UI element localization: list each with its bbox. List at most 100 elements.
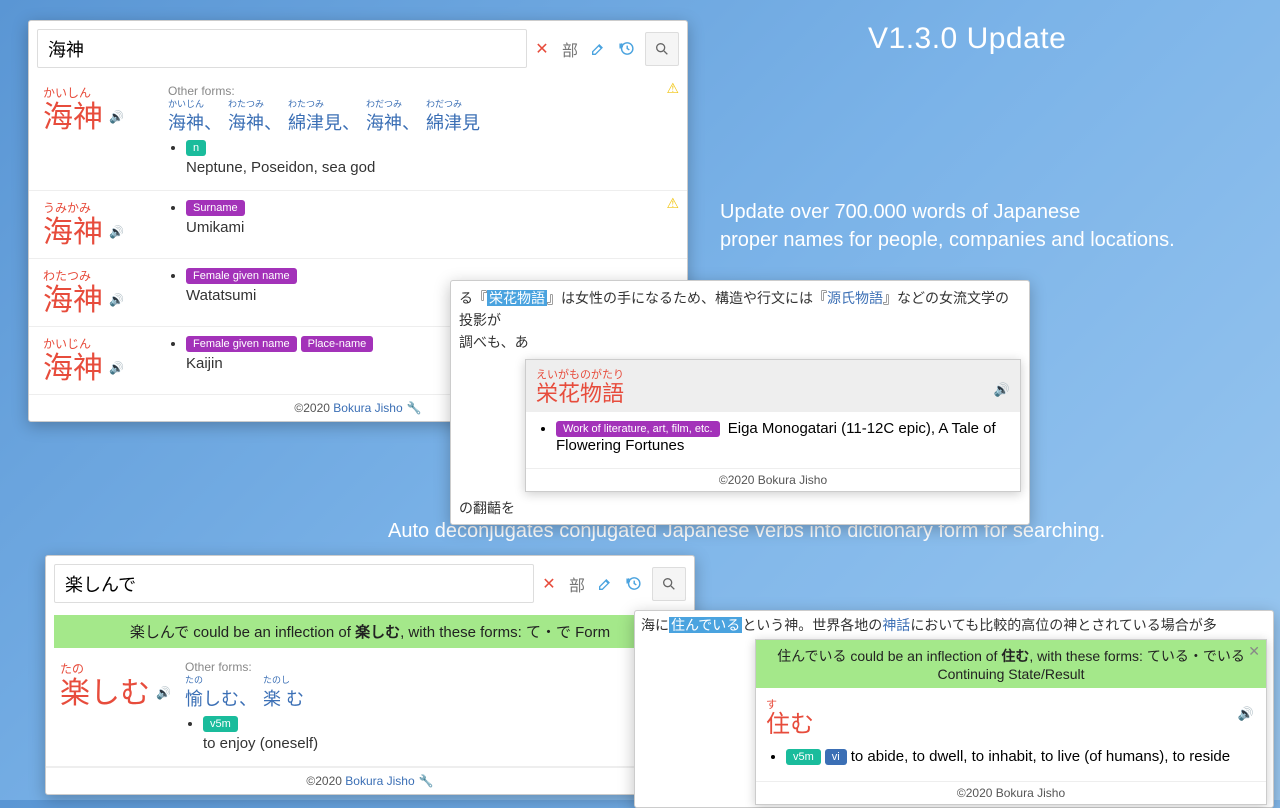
- headword: かいじん海神 🔊: [43, 335, 168, 386]
- radical-button[interactable]: 部: [557, 34, 583, 64]
- pos-tag: Surname: [186, 200, 245, 216]
- pos-tag: v5m: [203, 716, 238, 732]
- search-bar: ✕ 部: [29, 21, 687, 76]
- pos-tag: v5m: [786, 749, 821, 765]
- dictionary-entry: ⚠ うみかみ海神 🔊 Surname Umikami: [29, 191, 687, 259]
- context-text: る『栄花物語』は女性の手になるため、構造や行文には『源氏物語』などの女流文学の投…: [451, 281, 1029, 359]
- headword: わたつみ海神🔊: [43, 267, 168, 318]
- audio-icon[interactable]: 🔊: [156, 686, 171, 700]
- warning-icon: ⚠: [666, 80, 679, 97]
- search-input[interactable]: [37, 29, 527, 68]
- sense-item: Surname Umikami: [186, 199, 673, 236]
- wiki-link[interactable]: 神話: [882, 617, 910, 633]
- audio-icon[interactable]: 🔊: [109, 225, 124, 239]
- edit-icon[interactable]: [585, 34, 611, 64]
- kanji: 栄花物語: [536, 382, 1010, 406]
- settings-icon[interactable]: 🔧: [407, 401, 422, 415]
- furigana: かいじん: [43, 335, 168, 352]
- clear-icon[interactable]: ✕: [536, 569, 562, 599]
- furigana: うみかみ: [43, 199, 168, 216]
- search-bar: ✕ 部: [46, 556, 694, 611]
- page-title: V1.3.0 Update: [868, 22, 1066, 56]
- kanji: 住む: [766, 712, 1256, 738]
- entry-body: Surname Umikami: [168, 199, 673, 250]
- brand-link[interactable]: Bokura Jisho: [996, 786, 1065, 800]
- form-item: たの愉しむ、: [185, 676, 257, 711]
- search-button[interactable]: [645, 32, 679, 66]
- gloss: Neptune, Poseidon, sea god: [186, 159, 673, 176]
- context-below: の翻齬を: [451, 496, 1029, 524]
- pos-tag: Work of literature, art, film, etc.: [556, 421, 720, 437]
- gloss: Umikami: [186, 219, 673, 236]
- pos-tag: Female given name: [186, 268, 297, 284]
- popup-body: v5mvito abide, to dwell, to inhabit, to …: [756, 746, 1266, 781]
- kanji: 海神: [43, 284, 103, 317]
- popup-footer: ©2020 Bokura Jisho: [756, 781, 1266, 804]
- close-icon[interactable]: ✕: [1248, 643, 1260, 660]
- search-button[interactable]: [652, 567, 686, 601]
- copyright: ©2020: [294, 401, 333, 415]
- sense-item: Work of literature, art, film, etc. Eiga…: [556, 420, 1008, 454]
- radical-button[interactable]: 部: [564, 569, 590, 599]
- history-icon[interactable]: [613, 34, 639, 64]
- definition-popup: ✕ えいがものがたり 栄花物語 🔊 Work of literature, ar…: [525, 359, 1021, 492]
- warning-icon: ⚠: [666, 195, 679, 212]
- audio-icon[interactable]: 🔊: [1238, 706, 1254, 722]
- other-forms: たの愉しむ、たのし楽 む: [185, 676, 680, 711]
- audio-icon[interactable]: 🔊: [109, 361, 124, 375]
- popup-headword: す 住む 🔊: [756, 688, 1266, 746]
- other-forms-label: Other forms:: [185, 660, 680, 674]
- kanji: 楽しむ: [60, 677, 150, 710]
- audio-icon[interactable]: 🔊: [994, 382, 1010, 398]
- search-input[interactable]: [54, 564, 534, 603]
- dictionary-form: 住む: [1001, 648, 1029, 664]
- text: proper names for people, companies and l…: [720, 229, 1175, 251]
- audio-icon[interactable]: 🔊: [109, 293, 124, 307]
- definition-popup: ✕ 住んでいる could be an inflection of 住む, wi…: [755, 639, 1267, 805]
- pos-tag: vi: [825, 749, 847, 765]
- dictionary-entry: たの 楽しむ🔊 Other forms: たの愉しむ、たのし楽 む v5mto …: [46, 652, 694, 767]
- clear-icon[interactable]: ✕: [529, 34, 555, 64]
- furigana: えいがものがたり: [536, 366, 1010, 382]
- audio-icon[interactable]: 🔊: [109, 110, 124, 124]
- inflection-banner: 住んでいる could be an inflection of 住む, with…: [756, 640, 1266, 688]
- form-item: わたつみ海神、: [228, 100, 282, 135]
- wiki-link[interactable]: 源氏物語: [827, 290, 883, 306]
- brand-link[interactable]: Bokura Jisho: [333, 401, 402, 415]
- headword: うみかみ海神 🔊: [43, 199, 168, 250]
- entry-body: Other forms: たの愉しむ、たのし楽 む v5m to enjoy (o…: [185, 660, 680, 758]
- brand-link[interactable]: Bokura Jisho: [345, 774, 414, 788]
- entry-body: Other forms: かいじん海神、わたつみ海神、わたつみ綿津見、わだつみ海神…: [168, 84, 673, 182]
- kanji: 海神: [43, 101, 103, 134]
- dictionary-entry: ⚠ かいしん海神 🔊 Other forms: かいじん海神、わたつみ海神、わたつみ綿津…: [29, 76, 687, 191]
- form-item: たのし楽 む: [263, 676, 304, 711]
- settings-icon[interactable]: 🔧: [419, 774, 434, 788]
- inflection-banner: 楽しんで could be an inflection of 楽しむ, with…: [54, 615, 686, 648]
- form-item: わだつみ海神、: [366, 100, 420, 135]
- brand-link[interactable]: Bokura Jisho: [758, 473, 827, 487]
- gloss: to enjoy (oneself): [203, 735, 680, 752]
- sense-item: v5mvito abide, to dwell, to inhabit, to …: [786, 748, 1254, 765]
- text: Update over 700.000 words of Japanese: [720, 201, 1080, 223]
- context-text: 海に住んでいるという神。世界各地の神話においても比較的高位の神とされている場合が…: [635, 611, 1273, 639]
- popup-panel-sumu: 海に住んでいるという神。世界各地の神話においても比較的高位の神とされている場合が…: [634, 610, 1274, 808]
- form-item: かいじん海神、: [168, 100, 222, 135]
- form-item: わだつみ綿津見: [426, 100, 480, 135]
- popup-headword: えいがものがたり 栄花物語 🔊: [526, 360, 1020, 412]
- furigana: かいしん: [43, 84, 168, 101]
- other-forms-label: Other forms:: [168, 84, 673, 98]
- edit-icon[interactable]: [592, 569, 618, 599]
- kanji: 海神: [43, 352, 103, 385]
- dictionary-panel-tanoshimu: ✕ 部 楽しんで could be an inflection of 楽しむ, …: [45, 555, 695, 795]
- furigana: す: [766, 696, 1256, 712]
- form-item: わたつみ綿津見、: [288, 100, 360, 135]
- headword: かいしん海神 🔊: [43, 84, 168, 182]
- pos-tag: Female given name: [186, 336, 297, 352]
- gloss: to abide, to dwell, to inhabit, to live …: [851, 748, 1230, 765]
- headword: たの 楽しむ🔊: [60, 660, 185, 758]
- pos-tag: n: [186, 140, 206, 156]
- pos-tag: Place-name: [301, 336, 374, 352]
- history-icon[interactable]: [620, 569, 646, 599]
- kanji: 海神: [43, 216, 103, 249]
- highlighted-word: 栄花物語: [487, 290, 547, 306]
